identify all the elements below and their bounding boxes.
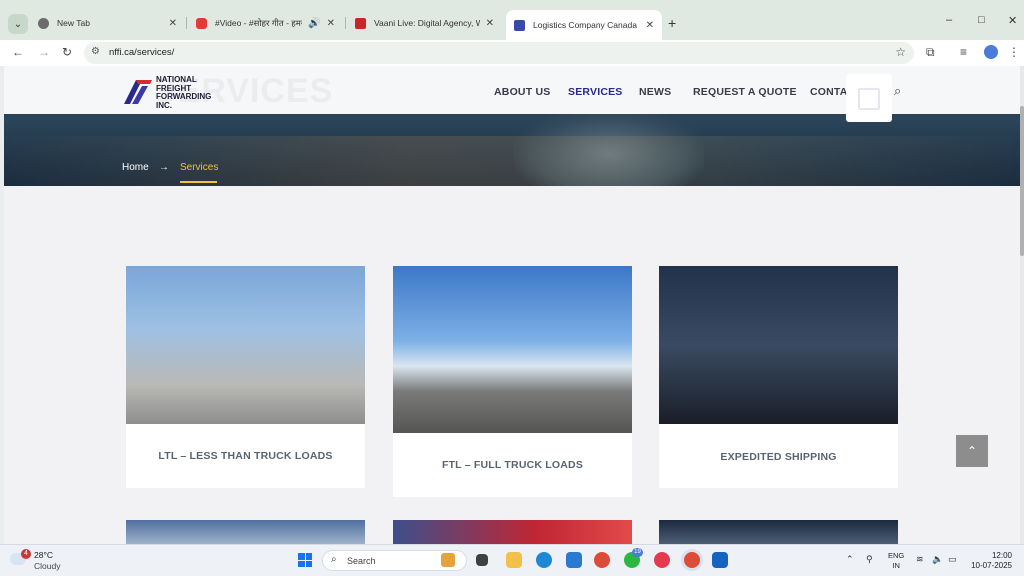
service-card-title[interactable]: FTL – FULL TRUCK LOADS bbox=[393, 459, 632, 471]
chrome-icon bbox=[38, 17, 49, 29]
taskbar-search[interactable]: ⌕ Search bbox=[322, 550, 467, 571]
new-tab-button[interactable]: + bbox=[668, 15, 676, 31]
close-icon[interactable]: ✕ bbox=[169, 18, 177, 29]
chrome-active-icon[interactable] bbox=[684, 552, 700, 568]
logo-line: INC. bbox=[156, 100, 172, 110]
task-view-icon[interactable] bbox=[476, 554, 488, 566]
service-card-title[interactable]: LTL – LESS THAN TRUCK LOADS bbox=[126, 450, 365, 462]
windows-taskbar: 4 28°C Cloudy ⌕ Search 19 ⌃ ⚲ ENG IN ≋ 🔈… bbox=[0, 544, 1024, 576]
tab-video[interactable]: #Video - #सोहर गीत - हमरा 🔊 ✕ bbox=[188, 12, 343, 34]
service-card-title[interactable]: EXPEDITED SHIPPING bbox=[659, 451, 898, 463]
language-indicator[interactable]: ENG IN bbox=[888, 551, 904, 571]
forward-arrow-icon[interactable]: → bbox=[38, 45, 50, 59]
tab-title: Logistics Company Canada | LTL bbox=[533, 20, 640, 30]
service-card-image[interactable] bbox=[659, 520, 898, 544]
tab-separator bbox=[345, 17, 346, 29]
battery-icon[interactable]: ▭ bbox=[948, 554, 957, 565]
breadcrumb-current: Services bbox=[180, 162, 219, 173]
tab-title: #Video - #सोहर गीत - हमरा bbox=[215, 17, 303, 28]
speaker-icon[interactable]: 🔊 bbox=[308, 18, 320, 29]
breadcrumb-home[interactable]: Home bbox=[122, 162, 149, 173]
url-text[interactable]: nffi.ca/services/ bbox=[109, 47, 174, 58]
page-scrollbar[interactable] bbox=[1020, 66, 1024, 544]
service-card-image[interactable] bbox=[393, 520, 632, 544]
ltl-truck-image[interactable] bbox=[126, 266, 365, 424]
search-placeholder: Search bbox=[347, 556, 376, 566]
search-icon: ⌕ bbox=[331, 554, 337, 565]
address-bar[interactable]: ⚙ nffi.ca/services/ ☆ bbox=[84, 42, 914, 64]
close-icon[interactable]: ✕ bbox=[486, 18, 494, 29]
notification-badge: 4 bbox=[21, 549, 31, 559]
breadcrumb-arrow-icon: → bbox=[159, 162, 169, 173]
service-card-ltl[interactable]: LTL – LESS THAN TRUCK LOADS bbox=[126, 266, 365, 488]
search-highlight-icon bbox=[441, 553, 455, 567]
nav-news[interactable]: NEWS bbox=[639, 86, 671, 98]
nav-about-us[interactable]: ABOUT US bbox=[494, 86, 550, 98]
chrome-icon[interactable] bbox=[594, 552, 610, 568]
bookmark-star-icon[interactable]: ☆ bbox=[895, 45, 906, 59]
search-icon[interactable]: ⌕ bbox=[894, 83, 901, 99]
tab-search-button[interactable]: ⌄ bbox=[8, 14, 28, 34]
tab-vaani-live[interactable]: Vaani Live: Digital Agency, Web ✕ bbox=[347, 12, 502, 34]
more-menu-icon[interactable]: ⋮ bbox=[1008, 45, 1020, 59]
chevron-up-icon: ⌃ bbox=[966, 444, 978, 458]
system-clock[interactable]: 12:00 10-07-2025 bbox=[970, 551, 1012, 571]
quote-clipboard-icon[interactable] bbox=[846, 74, 892, 122]
service-card-image[interactable] bbox=[126, 520, 365, 544]
browser-toolbar: ← → ↻ ⚙ nffi.ca/services/ ☆ ⧉ ≡ ⋮ bbox=[0, 40, 1024, 66]
wifi-icon[interactable]: ≋ bbox=[916, 554, 924, 565]
tab-title: New Tab bbox=[57, 18, 90, 28]
nffi-logo-icon bbox=[514, 19, 525, 31]
clock-time: 12:00 bbox=[991, 551, 1012, 560]
scrollbar-thumb[interactable] bbox=[1020, 106, 1024, 256]
close-window-button[interactable]: ✕ bbox=[1008, 14, 1017, 27]
vaani-logo-icon bbox=[355, 17, 366, 29]
scroll-to-top-button[interactable]: ⌃ bbox=[956, 435, 988, 467]
media-player-icon[interactable] bbox=[654, 552, 670, 568]
nffi-logo-icon[interactable] bbox=[122, 76, 154, 106]
expedited-truck-image[interactable] bbox=[659, 266, 898, 424]
weather-condition[interactable]: Cloudy bbox=[34, 561, 60, 571]
file-explorer-icon[interactable] bbox=[506, 552, 522, 568]
network-status-icon[interactable]: ⚲ bbox=[866, 554, 873, 565]
tab-logistics-company[interactable]: Logistics Company Canada | LTL ✕ bbox=[506, 10, 662, 40]
browser-tab-strip: ⌄ New Tab ✕ #Video - #सोहर गीत - हमरा 🔊 … bbox=[0, 0, 1024, 40]
hero-lights bbox=[4, 136, 1020, 186]
edge-icon[interactable] bbox=[536, 552, 552, 568]
region-code: IN bbox=[892, 561, 900, 570]
service-card-ftl[interactable]: FTL – FULL TRUCK LOADS bbox=[393, 266, 632, 497]
close-icon[interactable]: ✕ bbox=[646, 20, 654, 31]
maximize-button[interactable]: □ bbox=[978, 14, 985, 26]
windows-start-icon[interactable] bbox=[298, 553, 312, 567]
ftl-truck-image[interactable] bbox=[393, 266, 632, 433]
site-info-icon[interactable]: ⚙ bbox=[91, 46, 100, 57]
volume-icon[interactable]: 🔈 bbox=[932, 554, 943, 565]
weather-temperature[interactable]: 28°C bbox=[34, 550, 53, 560]
clock-date: 10-07-2025 bbox=[971, 561, 1012, 570]
nav-request-a-quote[interactable]: REQUEST A QUOTE bbox=[693, 86, 797, 98]
breadcrumb-underline bbox=[180, 181, 217, 183]
language-code: ENG bbox=[888, 551, 905, 560]
tab-title: Vaani Live: Digital Agency, Web bbox=[374, 18, 480, 28]
logo-text[interactable]: NATIONAL FREIGHT FORWARDING INC. bbox=[156, 75, 211, 110]
chevron-down-icon: ⌄ bbox=[13, 18, 23, 30]
show-hidden-icons-chevron-icon[interactable]: ⌃ bbox=[846, 554, 854, 565]
media-controls-icon[interactable]: ≡ bbox=[960, 45, 967, 59]
reload-icon[interactable]: ↻ bbox=[62, 45, 72, 59]
back-arrow-icon[interactable]: ← bbox=[12, 45, 24, 59]
nav-services[interactable]: SERVICES bbox=[568, 86, 623, 98]
tab-separator bbox=[186, 17, 187, 29]
web-page: SERVICES NATIONAL FREIGHT FORWARDING INC… bbox=[4, 66, 1020, 544]
outlook-icon[interactable] bbox=[712, 552, 728, 568]
tab-new-tab[interactable]: New Tab ✕ bbox=[30, 12, 185, 34]
extensions-icon[interactable]: ⧉ bbox=[926, 45, 935, 60]
minimize-button[interactable]: – bbox=[946, 14, 952, 26]
close-icon[interactable]: ✕ bbox=[327, 18, 335, 29]
youtube-icon bbox=[196, 17, 207, 29]
vscode-icon[interactable] bbox=[566, 552, 582, 568]
profile-avatar[interactable] bbox=[984, 45, 998, 59]
whatsapp-badge: 19 bbox=[632, 548, 643, 557]
service-card-expedited[interactable]: EXPEDITED SHIPPING bbox=[659, 266, 898, 488]
